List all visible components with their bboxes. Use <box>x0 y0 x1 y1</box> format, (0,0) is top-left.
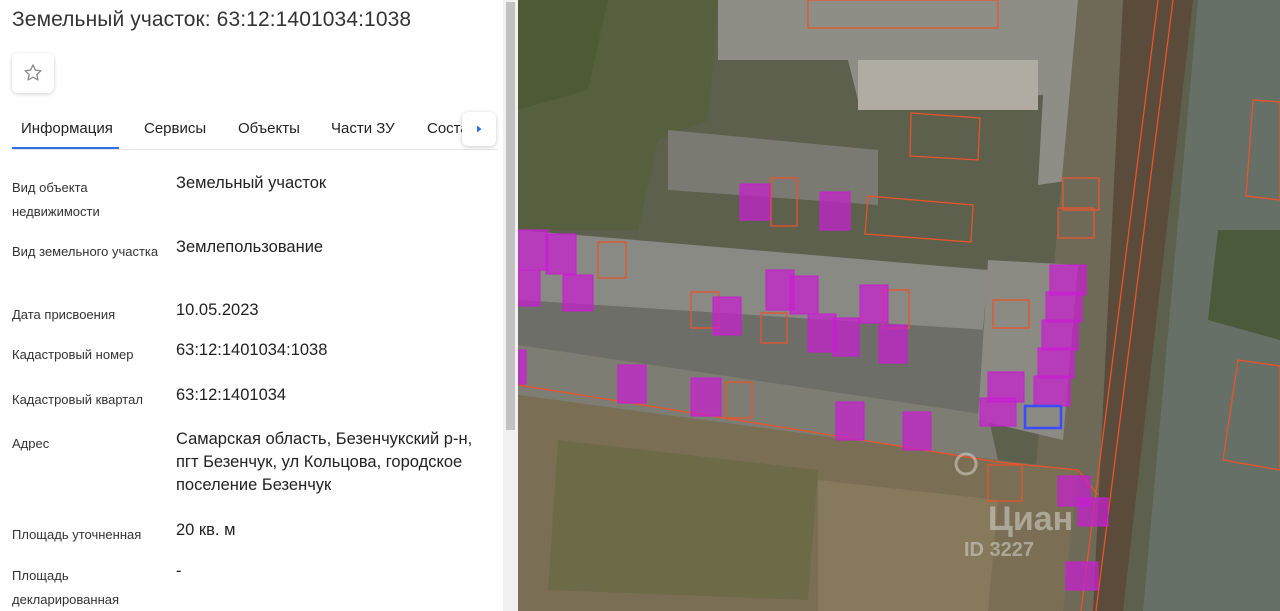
favorite-button[interactable] <box>12 53 54 93</box>
field-value: 63:12:1401034 <box>176 386 287 404</box>
page-title: Земельный участок: 63:12:1401034:1038 <box>12 8 412 31</box>
chevron-right-icon <box>477 125 482 133</box>
field-value: Земельный участок <box>176 174 327 192</box>
tab-objects[interactable]: Объекты <box>238 120 300 137</box>
scrollbar-thumb[interactable] <box>506 2 515 430</box>
field-label: Вид объекта недвижимости <box>12 180 100 219</box>
tabs-scroll-right-button[interactable] <box>462 112 496 146</box>
field-value: Землепользование <box>176 238 324 256</box>
field-value: 10.05.2023 <box>176 301 259 319</box>
tab-services[interactable]: Сервисы <box>144 120 206 137</box>
tab-composition[interactable]: Состав ЕЗП <box>427 120 462 137</box>
field-label: Дата присвоения <box>12 307 116 322</box>
map-view[interactable]: Циан ID 3227 <box>518 0 1280 611</box>
panel-scrollbar[interactable] <box>503 0 518 611</box>
watermark-id: ID 3227 <box>964 539 1034 561</box>
field-value: 20 кв. м <box>176 521 236 539</box>
tab-parts[interactable]: Части ЗУ <box>331 120 395 137</box>
tab-info[interactable]: Информация <box>21 120 113 137</box>
field-label: Вид земельного участка <box>12 244 159 259</box>
info-panel: Земельный участок: 63:12:1401034:1038 Ин… <box>0 0 503 611</box>
field-value: 63:12:1401034:1038 <box>176 341 328 359</box>
field-value: Самарская область, Безенчукский р-н, пгт… <box>176 430 473 494</box>
field-value: - <box>176 562 182 580</box>
satellite-map[interactable]: Циан ID 3227 <box>518 0 1280 611</box>
field-label: Кадастровый номер <box>12 347 134 362</box>
field-label: Кадастровый квартал <box>12 392 143 407</box>
tab-bar: Информация Сервисы Объекты Части ЗУ Сост… <box>12 110 498 150</box>
watermark-text: Циан <box>988 500 1073 538</box>
field-label: Адрес <box>12 436 50 451</box>
star-icon <box>24 64 42 81</box>
active-tab-indicator <box>12 147 119 149</box>
field-label: Площадь уточненная <box>12 527 142 542</box>
field-label: Площадь декларированная <box>12 568 120 607</box>
